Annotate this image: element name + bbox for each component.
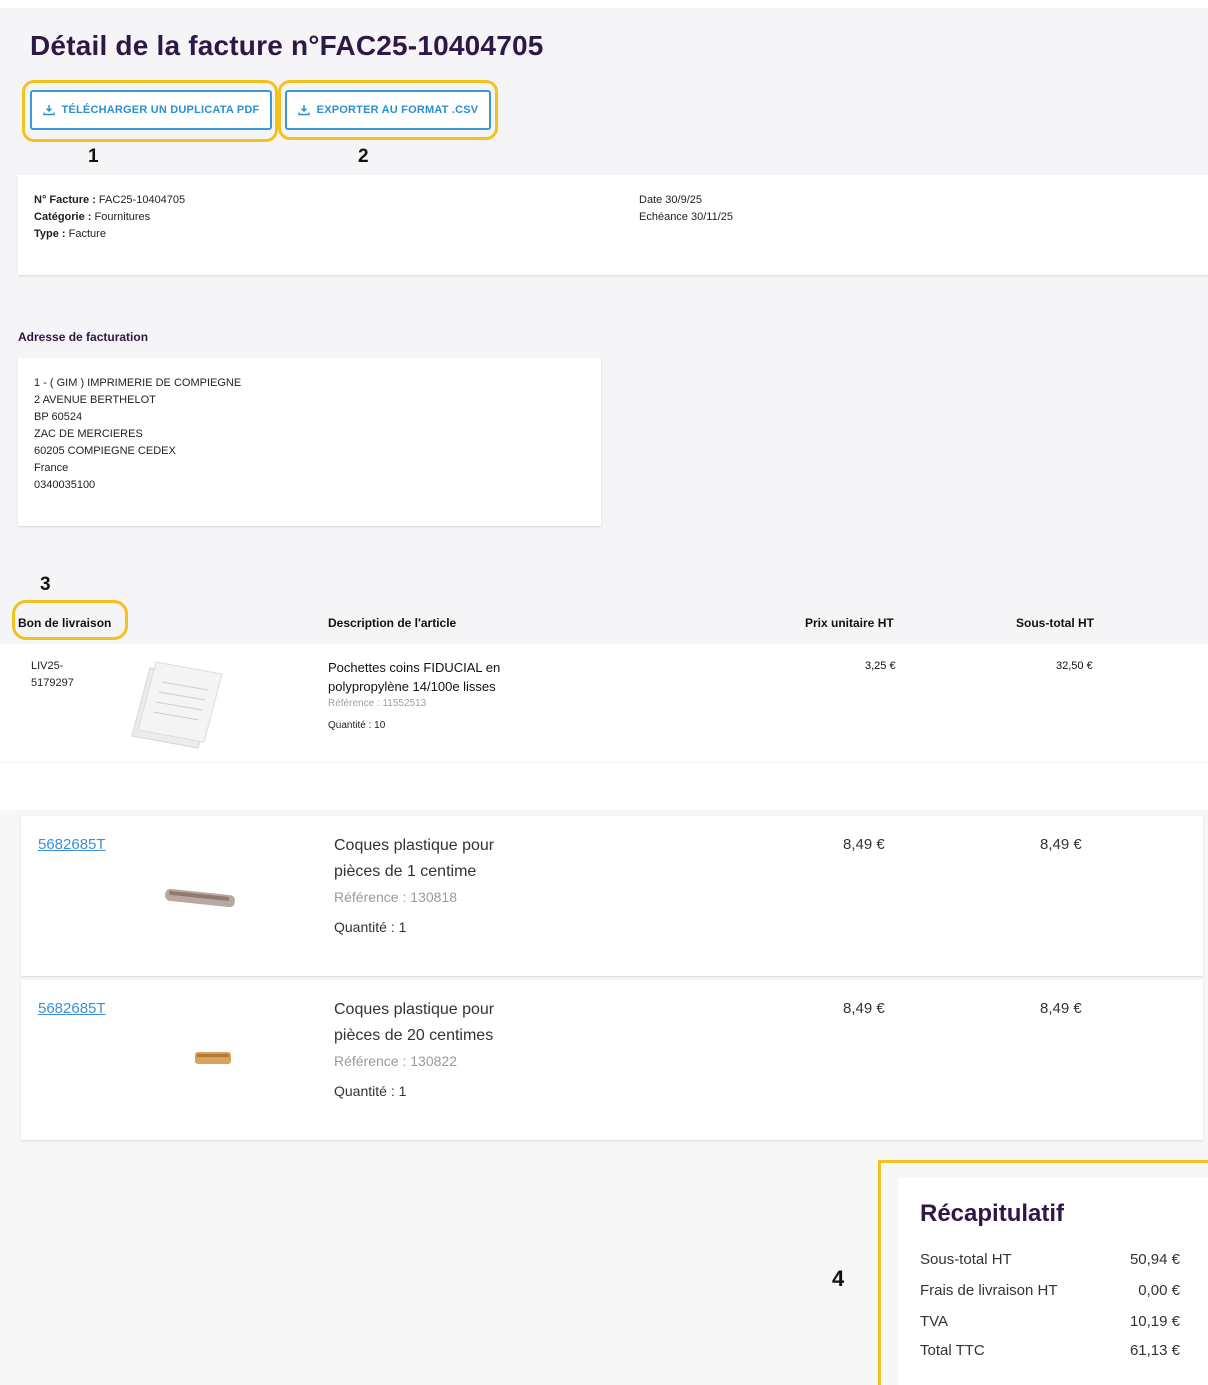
highlight-ring-pdf bbox=[22, 80, 278, 142]
table-row: 5682685T Coques plastique pour pièces de… bbox=[21, 816, 1203, 976]
callout-number: 4 bbox=[832, 1266, 845, 1291]
address-line: BP 60524 bbox=[34, 411, 83, 423]
recap-value: 0,00 € bbox=[1138, 1282, 1180, 1299]
billing-address-heading: Adresse de facturation bbox=[18, 330, 149, 344]
item-name-line: Pochettes coins FIDUCIAL en bbox=[328, 660, 501, 675]
delivery-note-link[interactable]: 5682685T bbox=[38, 1000, 106, 1017]
product-image-pochettes bbox=[131, 661, 223, 749]
unit-price: 8,49 € bbox=[843, 836, 885, 853]
column-header-subtotal: Sous-total HT bbox=[1016, 616, 1094, 630]
recap-label: Frais de livraison HT bbox=[920, 1282, 1058, 1299]
item-name-line: polypropylène 14/100e lisses bbox=[328, 679, 496, 694]
type-label: Type : bbox=[34, 228, 66, 240]
recap-label: TVA bbox=[920, 1313, 949, 1330]
recap-value: 10,19 € bbox=[1129, 1313, 1180, 1330]
product-image-coin-tube bbox=[165, 888, 235, 908]
callout-number: 2 bbox=[358, 146, 369, 167]
recap-value: 61,13 € bbox=[1129, 1342, 1180, 1359]
item-description: Coques plastique pour pièces de 20 centi… bbox=[334, 997, 494, 1099]
invoice-info-card: N° Facture : FAC25-10404705 Catégorie : … bbox=[18, 175, 1208, 275]
subtotal: 8,49 € bbox=[1040, 836, 1082, 853]
recap-label: Total TTC bbox=[920, 1342, 985, 1359]
item-quantity: Quantité : 1 bbox=[334, 1083, 407, 1099]
column-header-unit-price: Prix unitaire HT bbox=[805, 616, 894, 630]
unit-price: 3,25 € bbox=[865, 660, 896, 672]
item-description: Pochettes coins FIDUCIAL en polypropylèn… bbox=[328, 658, 500, 731]
recap-row-vat: TVA 10,19 € bbox=[920, 1313, 1180, 1330]
recap-value: 50,94 € bbox=[1129, 1251, 1180, 1268]
subtotal: 8,49 € bbox=[1040, 1000, 1082, 1017]
page-title: Détail de la facture n°FAC25-10404705 bbox=[30, 30, 544, 61]
item-quantity: Quantité : 1 bbox=[334, 919, 407, 935]
product-image-coin-tube bbox=[195, 1052, 231, 1064]
subtotal: 32,50 € bbox=[1056, 660, 1093, 672]
address-line: France bbox=[34, 462, 69, 474]
delivery-note-link[interactable]: 5682685T bbox=[38, 836, 106, 853]
recap-row-total: Total TTC 61,13 € bbox=[920, 1342, 1180, 1359]
item-description: Coques plastique pour pièces de 1 centim… bbox=[334, 833, 494, 935]
address-line: 2 AVENUE BERTHELOT bbox=[34, 394, 156, 406]
item-reference: Référence : 130822 bbox=[334, 1053, 457, 1069]
invoice-number-label: N° Facture : bbox=[34, 194, 96, 206]
recap-label: Sous-total HT bbox=[920, 1251, 1012, 1268]
delivery-note-number: LIV25- 5179297 bbox=[31, 658, 74, 692]
item-name-line: pièces de 1 centime bbox=[334, 863, 477, 880]
item-quantity: Quantité : 10 bbox=[328, 720, 386, 731]
category-label: Catégorie : bbox=[34, 211, 92, 223]
recap-card: Récapitulatif Sous-total HT 50,94 € Frai… bbox=[898, 1178, 1208, 1385]
highlight-ring-csv bbox=[278, 80, 498, 140]
item-reference: Référence : 130818 bbox=[334, 889, 457, 905]
item-name-line: Coques plastique pour bbox=[334, 837, 495, 854]
address-line: 1 - ( GIM ) IMPRIMERIE DE COMPIEGNE bbox=[34, 377, 242, 389]
item-reference: Référence : 11552513 bbox=[328, 698, 427, 709]
callout-number: 3 bbox=[40, 574, 51, 595]
recap-row-subtotal: Sous-total HT 50,94 € bbox=[920, 1251, 1180, 1268]
address-line: 0340035100 bbox=[34, 479, 96, 491]
recap-row-shipping: Frais de livraison HT 0,00 € bbox=[920, 1282, 1180, 1299]
address-line: 60205 COMPIEGNE CEDEX bbox=[34, 445, 176, 457]
category-value: Fournitures bbox=[94, 211, 151, 223]
column-header-description: Description de l'article bbox=[328, 616, 457, 630]
billing-address-card: 1 - ( GIM ) IMPRIMERIE DE COMPIEGNE 2 AV… bbox=[18, 358, 601, 526]
table-row: 5682685T Coques plastique pour pièces de… bbox=[21, 980, 1203, 1140]
type-value: Facture bbox=[68, 228, 106, 240]
invoice-date: Date 30/9/25 bbox=[639, 194, 702, 206]
invoice-number-value: FAC25-10404705 bbox=[98, 194, 186, 206]
callout-number: 1 bbox=[88, 146, 99, 167]
unit-price: 8,49 € bbox=[843, 1000, 885, 1017]
billing-address-lines: 1 - ( GIM ) IMPRIMERIE DE COMPIEGNE 2 AV… bbox=[34, 375, 241, 494]
item-name-line: pièces de 20 centimes bbox=[334, 1027, 494, 1044]
delivery-note-line: 5179297 bbox=[31, 677, 74, 689]
recap-title: Récapitulatif bbox=[920, 1200, 1065, 1227]
table-row: LIV25- 5179297 Pochettes coins FIDUCIAL … bbox=[0, 644, 1208, 762]
column-header-delivery: Bon de livraison bbox=[18, 616, 112, 630]
item-name-line: Coques plastique pour bbox=[334, 1001, 495, 1018]
delivery-note-line: LIV25- bbox=[31, 660, 64, 672]
address-line: ZAC DE MERCIERES bbox=[34, 428, 143, 440]
invoice-due-date: Echéance 30/11/25 bbox=[639, 211, 733, 223]
